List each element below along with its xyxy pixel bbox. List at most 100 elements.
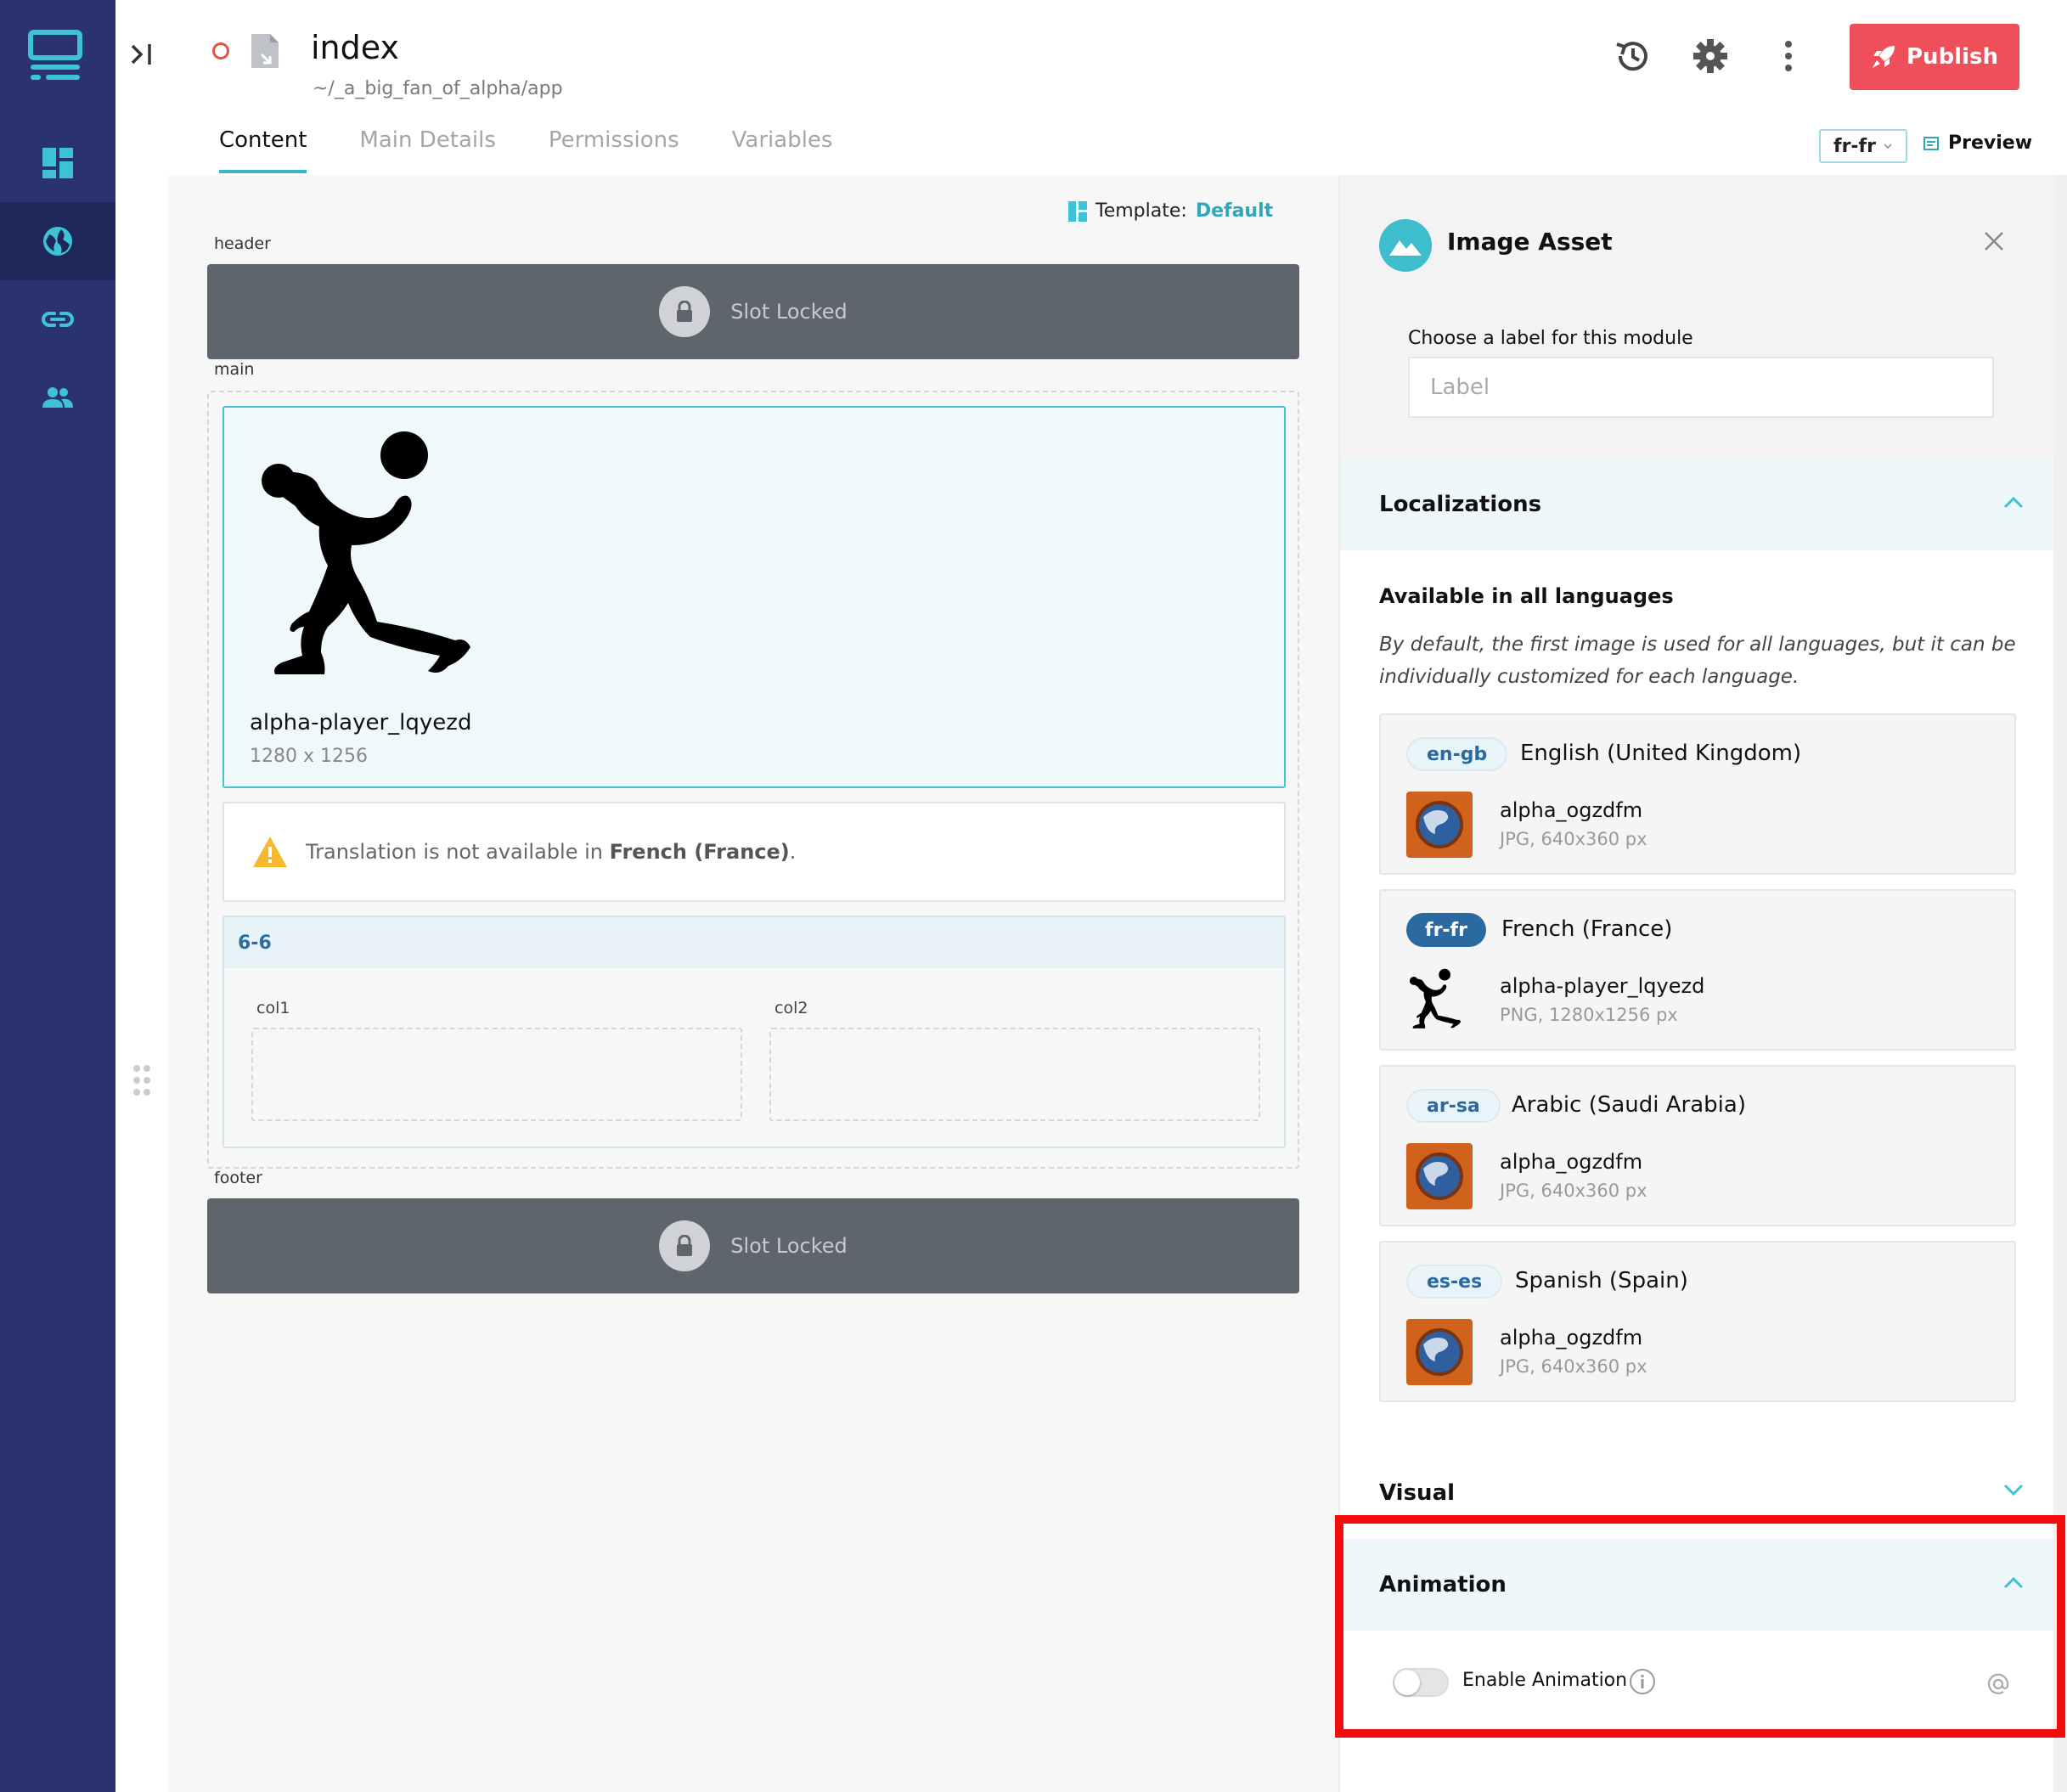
localizations-title: Localizations: [1379, 492, 1542, 517]
globe-thumbnail-image: [1406, 1143, 1473, 1209]
globe-thumbnail-image: [1406, 792, 1473, 858]
visual-title: Visual: [1379, 1480, 1456, 1506]
info-icon[interactable]: [1629, 1668, 1656, 1695]
panel-header-area: Image Asset Choose a label for this modu…: [1340, 175, 2053, 459]
globe-thumbnail-image: [1406, 1319, 1473, 1385]
users-icon: [42, 387, 73, 408]
animation-title: Animation: [1379, 1572, 1507, 1598]
col2-label: col2: [774, 999, 808, 1017]
locale-file-name: alpha_ogzdfm: [1500, 798, 1643, 822]
locale-code-badge: en-gb: [1406, 737, 1508, 771]
lock-badge: [659, 1220, 711, 1271]
template-icon: [1068, 200, 1087, 222]
locale-name: Arabic (Saudi Arabia): [1512, 1092, 1746, 1118]
slot-locked-label: Slot Locked: [730, 1234, 848, 1258]
basketball-player-image: [262, 431, 470, 674]
warning-icon: [253, 837, 287, 867]
header-slot-locked: Slot Locked: [207, 264, 1299, 359]
warning-text: Translation is not available in French (…: [306, 840, 797, 864]
page-path: ~/_a_big_fan_of_alpha/app: [313, 78, 563, 99]
enable-animation-label: Enable Animation: [1462, 1670, 1628, 1691]
locale-name: French (France): [1501, 916, 1673, 942]
localizations-section-toggle[interactable]: Localizations: [1340, 459, 2053, 550]
locale-file-name: alpha_ogzdfm: [1500, 1326, 1643, 1350]
tab-variables[interactable]: Variables: [732, 127, 833, 173]
close-icon[interactable]: [1982, 229, 2006, 253]
locale-card-fr-fr[interactable]: fr-fr French (France) alpha-player_lqyez…: [1379, 889, 2016, 1051]
tab-content[interactable]: Content: [219, 127, 307, 173]
locale-file-name: alpha-player_lqyezd: [1500, 974, 1705, 998]
preview-icon: [1923, 136, 1939, 150]
basketball-player-thumbnail: [1406, 968, 1473, 1033]
image-module-dimensions: 1280 x 1256: [250, 746, 368, 767]
available-languages-title: Available in all languages: [1379, 584, 1674, 608]
locale-name: Spanish (Spain): [1515, 1268, 1688, 1293]
drag-handle-icon[interactable]: [131, 1063, 153, 1097]
link-icon: [42, 312, 74, 327]
tab-permissions[interactable]: Permissions: [549, 127, 679, 173]
page-canvas: Template: Default header Slot Locked mai…: [168, 175, 1338, 1792]
sidebar-item-sites[interactable]: [0, 202, 115, 280]
translation-warning: Translation is not available in French (…: [222, 802, 1286, 902]
mountain-image-icon: [1389, 240, 1422, 256]
more-vertical-icon[interactable]: [1770, 37, 1807, 75]
sidebar-item-links[interactable]: [0, 280, 115, 358]
publish-button[interactable]: Publish: [1850, 24, 2019, 90]
lock-icon: [677, 1235, 693, 1256]
image-module-name: alpha-player_lqyezd: [250, 710, 472, 735]
main-slot: alpha-player_lqyezd 1280 x 1256 Translat…: [207, 391, 1299, 1169]
module-settings-panel: Image Asset Choose a label for this modu…: [1338, 175, 2053, 1792]
dashboard-icon: [42, 148, 73, 178]
chevron-up-icon: [2003, 496, 2024, 509]
col2-dropzone[interactable]: [769, 1028, 1260, 1121]
preview-label: Preview: [1948, 132, 2033, 154]
template-indicator[interactable]: Template: Default: [1068, 200, 1273, 222]
animation-section-toggle[interactable]: Animation: [1340, 1539, 2053, 1631]
locale-card-en-gb[interactable]: en-gb English (United Kingdom) alpha_ogz…: [1379, 713, 2016, 875]
locale-name: English (United Kingdom): [1520, 741, 1802, 766]
publish-label: Publish: [1906, 44, 1998, 70]
page-title: index: [311, 29, 399, 66]
locale-file-meta: JPG, 640x360 px: [1500, 1181, 1647, 1201]
sidebar-item-users[interactable]: [0, 358, 115, 437]
template-caption: Template:: [1095, 200, 1187, 222]
app-logo-icon[interactable]: [27, 29, 83, 83]
grid-module-title: 6-6: [224, 917, 1284, 968]
visual-section-toggle[interactable]: Visual: [1340, 1447, 2053, 1539]
module-label-input[interactable]: [1408, 357, 1994, 418]
label-field-caption: Choose a label for this module: [1408, 328, 1693, 349]
locale-code-badge: fr-fr: [1406, 913, 1486, 947]
collapse-strip: [115, 0, 168, 1792]
enable-animation-toggle[interactable]: [1393, 1668, 1449, 1697]
history-icon[interactable]: [1614, 37, 1651, 75]
tab-main-details[interactable]: Main Details: [359, 127, 495, 173]
gear-icon[interactable]: [1692, 37, 1729, 75]
expand-panel-icon[interactable]: [127, 37, 158, 71]
page-header: index ~/_a_big_fan_of_alpha/app Content …: [168, 0, 2067, 175]
grid-module-6-6[interactable]: 6-6 col1 col2: [222, 916, 1286, 1148]
locale-code-badge: es-es: [1406, 1265, 1503, 1299]
template-value: Default: [1195, 200, 1274, 222]
at-sign-icon[interactable]: [1985, 1671, 2011, 1697]
locale-file-meta: PNG, 1280x1256 px: [1500, 1005, 1678, 1025]
col1-dropzone[interactable]: [251, 1028, 742, 1121]
lock-badge: [659, 286, 711, 337]
col1-label: col1: [256, 999, 290, 1017]
unpublished-status-dot: [212, 42, 229, 59]
lock-icon: [677, 301, 693, 322]
locale-code-badge: ar-sa: [1406, 1089, 1501, 1123]
header-slot-caption: header: [214, 234, 271, 253]
locale-card-ar-sa[interactable]: ar-sa Arabic (Saudi Arabia) alpha_ogzdfm…: [1379, 1065, 2016, 1226]
locale-card-es-es[interactable]: es-es Spanish (Spain) alpha_ogzdfm JPG, …: [1379, 1241, 2016, 1402]
panel-title: Image Asset: [1447, 228, 1613, 256]
app-sidebar: [0, 0, 115, 1792]
chevron-up-icon: [2003, 1576, 2024, 1589]
rocket-icon: [1873, 46, 1895, 68]
footer-slot-caption: footer: [214, 1169, 262, 1187]
image-asset-module[interactable]: alpha-player_lqyezd 1280 x 1256: [222, 406, 1286, 788]
sidebar-item-dashboard[interactable]: [0, 124, 115, 202]
preview-button[interactable]: Preview: [1923, 132, 2032, 154]
image-asset-badge: [1379, 219, 1432, 272]
locale-select[interactable]: fr-fr: [1819, 129, 1907, 163]
locale-file-meta: JPG, 640x360 px: [1500, 829, 1647, 849]
